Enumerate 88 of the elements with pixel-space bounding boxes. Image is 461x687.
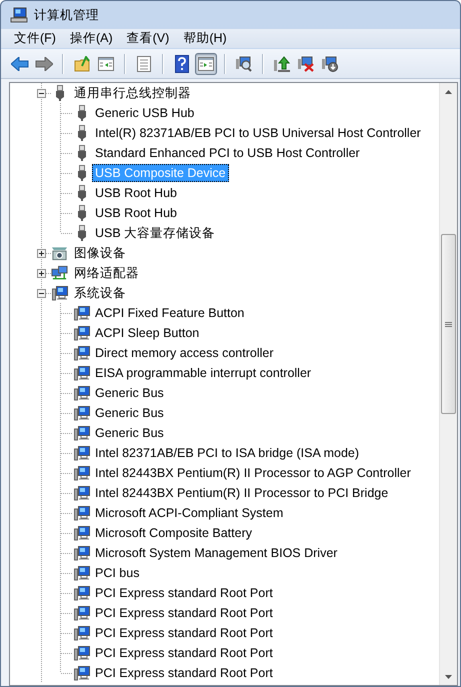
computer-icon	[74, 345, 90, 361]
tree-item[interactable]: PCI bus	[92, 564, 142, 582]
camera-icon	[51, 245, 68, 261]
computer-icon	[74, 405, 90, 421]
tree-item[interactable]: Generic USB Hub	[92, 104, 198, 122]
scroll-down-icon[interactable]	[445, 674, 452, 678]
scrollbar[interactable]	[439, 83, 457, 685]
tree-item[interactable]: PCI Express standard Root Port	[92, 644, 276, 662]
computer-management-icon	[10, 7, 28, 23]
pane-icon	[198, 56, 214, 70]
tree-item[interactable]: Microsoft ACPI-Compliant System	[92, 504, 286, 522]
usb-plug-icon	[78, 165, 86, 181]
scroll-thumb[interactable]	[441, 234, 456, 414]
computer-icon	[74, 425, 90, 441]
menu-item[interactable]: 帮助(H)	[176, 28, 234, 49]
list-icon	[137, 56, 151, 72]
usb-plug-icon	[78, 105, 86, 121]
tree-item[interactable]: ACPI Fixed Feature Button	[92, 304, 248, 322]
tree-item[interactable]: Generic Bus	[92, 424, 167, 442]
tree-item[interactable]: EISA programmable interrupt controller	[92, 364, 314, 382]
tree-item[interactable]: Intel 82371AB/EB PCI to ISA bridge (ISA mode)	[92, 444, 362, 462]
computer-icon	[74, 605, 90, 621]
computer-icon	[74, 485, 90, 501]
usb-plug-icon	[56, 85, 64, 101]
pane-icon	[98, 56, 114, 70]
tree-item[interactable]: PCI Express standard Root Port	[92, 664, 276, 682]
computer-icon	[74, 305, 90, 321]
tree-item[interactable]: Microsoft Composite Battery	[92, 524, 255, 542]
computer-icon	[74, 645, 90, 661]
computer-icon	[74, 365, 90, 381]
tree-item[interactable]: USB Root Hub	[92, 204, 180, 222]
menu-item[interactable]: 查看(V)	[120, 28, 176, 49]
monitor-magnifier-icon	[235, 56, 253, 72]
tree-item[interactable]: PCI Express standard Root Port	[92, 584, 276, 602]
help-icon	[175, 54, 189, 72]
tree-item[interactable]: Generic Bus	[92, 384, 167, 402]
expand-button[interactable]	[37, 268, 46, 278]
tree-item[interactable]: Standard Enhanced PCI to USB Host Controller	[92, 144, 363, 162]
computer-icon	[74, 465, 90, 481]
window-title: 计算机管理	[34, 6, 99, 24]
tree-item[interactable]: 系统设备	[71, 284, 129, 302]
device-arrow-icon	[273, 56, 291, 72]
grip-icon	[445, 320, 452, 328]
computer-icon	[74, 545, 90, 561]
network-computers-icon	[51, 265, 68, 281]
back-arrow-icon	[11, 56, 29, 70]
tree-item[interactable]: Microsoft System Management BIOS Driver	[92, 544, 340, 562]
tree-item[interactable]: 通用串行总线控制器	[71, 84, 194, 102]
tree-item[interactable]: ACPI Sleep Button	[92, 324, 202, 342]
computer-icon	[74, 385, 90, 401]
collapse-button[interactable]	[37, 88, 46, 98]
forward-arrow-icon	[35, 56, 53, 70]
tree-item[interactable]: 图像设备	[71, 244, 129, 262]
scroll-up-icon[interactable]	[445, 90, 452, 94]
usb-plug-icon	[78, 205, 86, 221]
computer-icon	[74, 505, 90, 521]
tree-item[interactable]: 网络适配器	[71, 264, 142, 282]
computer-icon	[74, 585, 90, 601]
tree-item[interactable]: Intel 82443BX Pentium(R) II Processor to PCI Bridge	[92, 484, 392, 502]
monitor-x-icon	[297, 56, 315, 72]
action-pane-button[interactable]	[195, 52, 217, 74]
computer-icon	[74, 665, 90, 681]
computer-icon	[52, 285, 68, 301]
usb-plug-icon	[78, 225, 86, 241]
tree-item[interactable]: USB Root Hub	[92, 184, 180, 202]
menu-item[interactable]: 文件(F)	[7, 28, 63, 49]
expand-button[interactable]	[37, 248, 46, 258]
usb-plug-icon	[78, 185, 86, 201]
tree-item[interactable]: Intel 82443BX Pentium(R) II Processor to AGP Controller	[92, 464, 414, 482]
menu-item[interactable]: 操作(A)	[62, 28, 120, 49]
tree-item[interactable]: PCI Express standard Root Port	[92, 604, 276, 622]
computer-icon	[74, 565, 90, 581]
computer-icon	[74, 445, 90, 461]
plus-icon	[38, 270, 45, 276]
collapse-button[interactable]	[37, 288, 46, 298]
folder-icon	[74, 56, 90, 72]
tree-item[interactable]: Direct memory access controller	[92, 344, 277, 362]
tree-item[interactable]: PCI Express standard Root Port	[92, 624, 276, 642]
usb-plug-icon	[78, 145, 86, 161]
computer-icon	[74, 625, 90, 641]
tree-item[interactable]: Generic Bus	[92, 404, 167, 422]
usb-plug-icon	[78, 125, 86, 141]
tree-item[interactable]: USB 大容量存储设备	[92, 224, 218, 242]
plus-icon	[38, 250, 45, 256]
monitor-down-icon	[321, 56, 339, 72]
computer-icon	[74, 525, 90, 541]
computer-icon	[74, 325, 90, 341]
tree-item[interactable]: Intel(R) 82371AB/EB PCI to USB Universal Host Controller	[92, 124, 424, 142]
